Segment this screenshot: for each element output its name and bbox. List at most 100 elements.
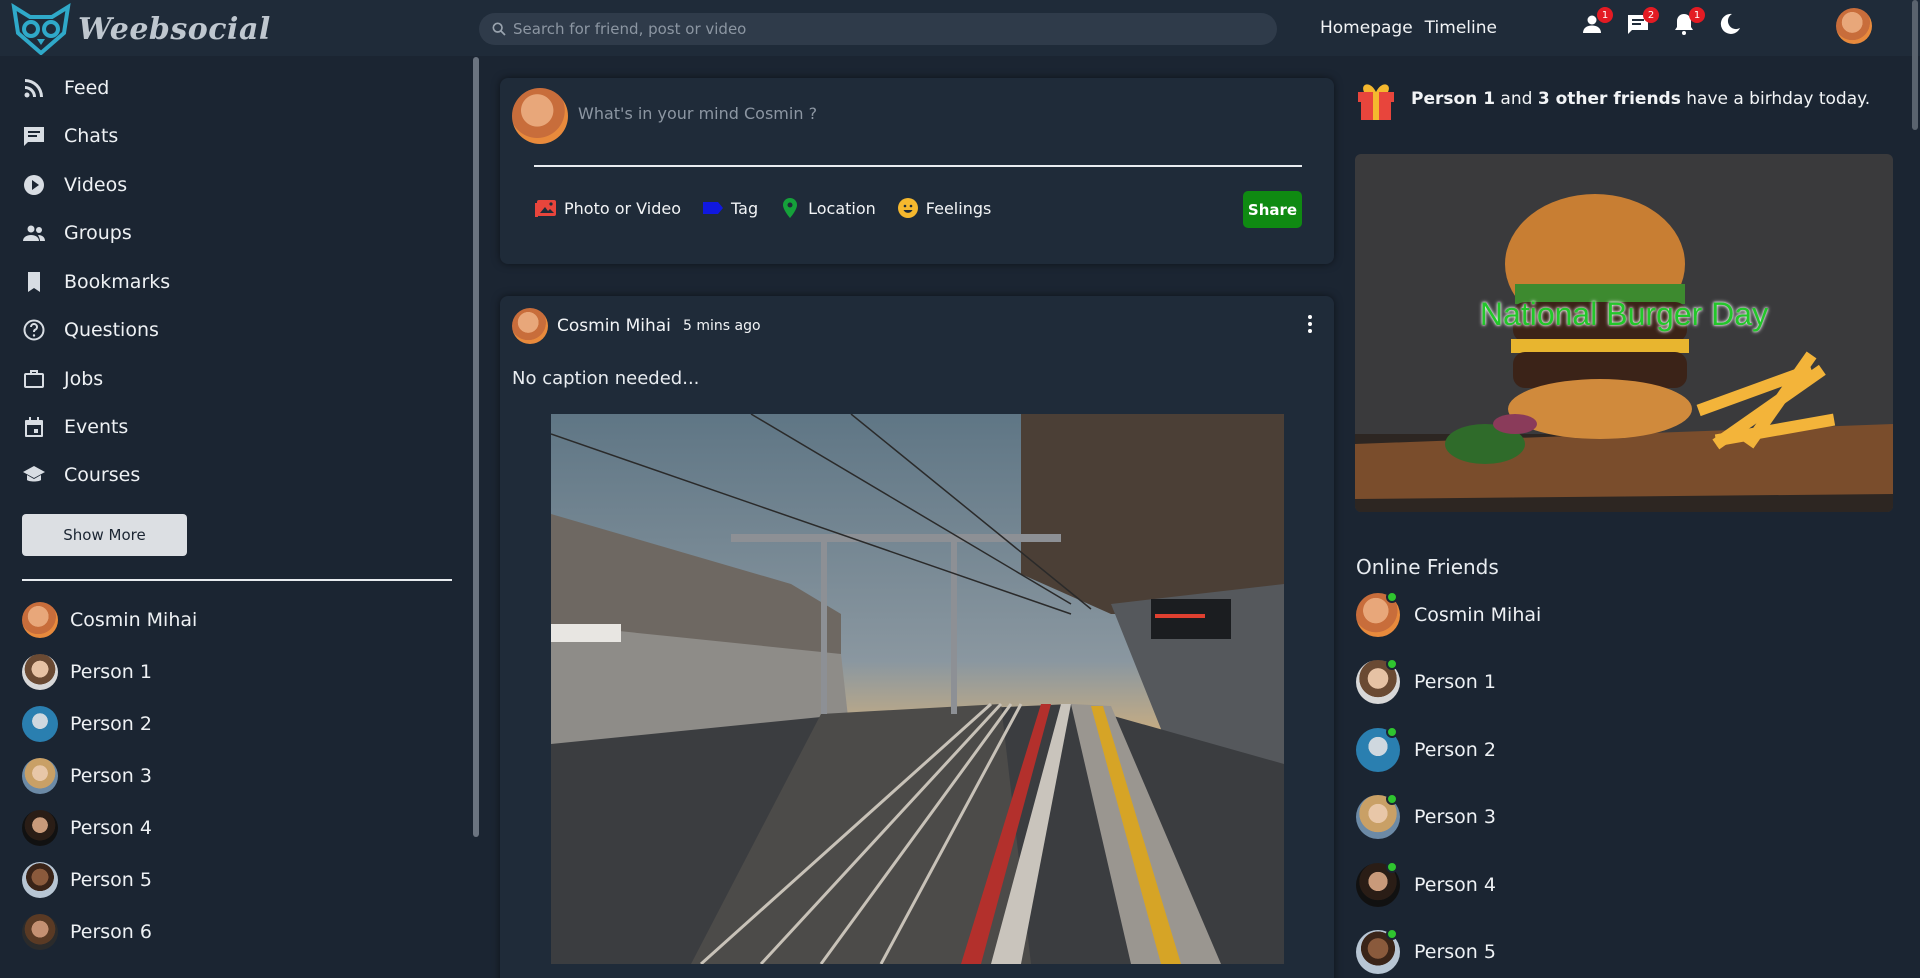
post-caption: No caption needed... — [512, 368, 700, 389]
friend-name: Person 5 — [70, 869, 152, 891]
friend-name: Person 4 — [1414, 874, 1496, 896]
option-label: Photo or Video — [564, 198, 682, 218]
online-friends-title: Online Friends — [1356, 555, 1499, 579]
sidebar-item-label: Chats — [64, 125, 119, 147]
friend-name: Person 1 — [1414, 671, 1496, 693]
friend-requests-button[interactable]: 1 — [1580, 7, 1613, 36]
rss-icon — [24, 79, 43, 98]
sidebar-item-events[interactable]: Events — [22, 415, 128, 439]
notifications-badge: 1 — [1689, 7, 1705, 23]
sidebar-item-label: Bookmarks — [64, 271, 171, 293]
online-friend-item[interactable]: Cosmin Mihai — [1356, 591, 1542, 637]
birthday-text: Person 1 and 3 other friends have a birh… — [1411, 89, 1870, 109]
avatar — [22, 602, 58, 638]
sidebar-item-groups[interactable]: Groups — [22, 221, 132, 245]
online-friend-item[interactable]: Person 1 — [1356, 658, 1496, 704]
logo-text: Weebsocial — [78, 11, 271, 47]
show-more-button[interactable]: Show More — [22, 514, 187, 556]
divider — [22, 579, 452, 581]
nav-links: Homepage Timeline — [1320, 18, 1497, 38]
sidebar-item-label: Videos — [64, 174, 128, 196]
sidebar-item-label: Questions — [64, 319, 159, 341]
sidebar-item-questions[interactable]: Questions — [22, 318, 159, 342]
option-label: Feelings — [925, 198, 992, 218]
post-timestamp: 5 mins ago — [683, 318, 761, 334]
online-status-dot — [1386, 726, 1398, 738]
school-icon — [23, 466, 45, 482]
post-author[interactable]: Cosmin Mihai — [557, 316, 671, 336]
online-status-dot — [1386, 861, 1398, 873]
more-vert-icon[interactable] — [1298, 312, 1322, 336]
avatar — [512, 88, 568, 144]
friend-name: Cosmin Mihai — [1414, 604, 1542, 626]
birthday-others: 3 other friends — [1537, 89, 1681, 109]
friend-list-item[interactable]: Person 4 — [22, 810, 152, 846]
friend-list-item[interactable]: Person 2 — [22, 706, 152, 742]
burger-image — [1355, 154, 1893, 512]
friend-list-item[interactable]: Cosmin Mihai — [22, 602, 197, 638]
friend-name: Cosmin Mihai — [70, 609, 198, 631]
friend-name: Person 4 — [70, 817, 152, 839]
avatar-wrap — [1356, 726, 1400, 772]
ad-card[interactable]: National Burger Day — [1355, 154, 1893, 512]
sidebar-item-courses[interactable]: Courses — [22, 463, 140, 487]
online-status-dot — [1386, 591, 1398, 603]
friend-requests-badge: 1 — [1597, 7, 1613, 23]
feelings-option[interactable]: Feelings — [896, 196, 992, 220]
search-icon — [492, 22, 506, 36]
online-friend-item[interactable]: Person 5 — [1356, 928, 1496, 974]
logo[interactable]: Weebsocial — [10, 3, 271, 55]
calendar-icon — [25, 417, 43, 437]
friend-list-item[interactable]: Person 1 — [22, 654, 152, 690]
gift-icon — [1358, 84, 1394, 120]
sidebar-item-label: Groups — [64, 222, 132, 244]
online-friend-item[interactable]: Person 3 — [1356, 793, 1496, 839]
location-pin-icon — [783, 198, 798, 218]
sidebar-item-bookmarks[interactable]: Bookmarks — [22, 270, 170, 294]
online-friend-item[interactable]: Person 2 — [1356, 726, 1496, 772]
friend-list-item[interactable]: Person 3 — [22, 758, 152, 794]
tag-icon — [703, 202, 724, 214]
ad-text: National Burger Day — [1479, 296, 1769, 332]
friend-list-item[interactable]: Person 6 — [22, 914, 152, 950]
post-image[interactable] — [551, 414, 1284, 964]
page-scrollbar[interactable] — [1912, 0, 1918, 130]
nav-link-timeline[interactable]: Timeline — [1425, 18, 1497, 38]
online-status-dot — [1386, 793, 1398, 805]
avatar-wrap — [1356, 861, 1400, 907]
moon-icon — [1720, 13, 1740, 34]
tag-option[interactable]: Tag — [701, 196, 758, 220]
sidebar-item-chats[interactable]: Chats — [22, 124, 118, 148]
birthday-tail: have a birhday today. — [1680, 89, 1871, 109]
friend-list-item[interactable]: Person 5 — [22, 862, 152, 898]
share-button[interactable]: Share — [1243, 191, 1302, 228]
avatar-wrap — [1356, 793, 1400, 839]
friend-name: Person 1 — [70, 661, 152, 683]
photo-video-option[interactable]: Photo or Video — [534, 196, 681, 220]
nav-link-homepage[interactable]: Homepage — [1320, 18, 1413, 38]
messages-badge: 2 — [1643, 7, 1659, 23]
sidebar-item-videos[interactable]: Videos — [22, 173, 127, 197]
notifications-button[interactable]: 1 — [1672, 7, 1705, 36]
dark-mode-toggle[interactable] — [1718, 12, 1742, 36]
sidebar-item-feed[interactable]: Feed — [22, 76, 109, 100]
bookmark-icon — [28, 272, 40, 292]
top-navbar: Weebsocial Homepage Timeline 1 2 1 — [0, 0, 1920, 56]
profile-avatar[interactable] — [1836, 8, 1872, 44]
birthday-notice[interactable]: Person 1 and 3 other friends have a birh… — [1355, 76, 1870, 122]
sidebar-scrollbar[interactable] — [473, 57, 479, 837]
online-friend-item[interactable]: Person 4 — [1356, 861, 1496, 907]
post-composer: Photo or Video Tag Location Feelings Sha… — [500, 78, 1334, 264]
location-option[interactable]: Location — [778, 196, 876, 220]
messages-button[interactable]: 2 — [1626, 7, 1659, 36]
briefcase-icon — [24, 370, 44, 388]
avatar — [22, 810, 58, 846]
composer-input[interactable] — [578, 104, 1178, 123]
search-bar[interactable] — [479, 13, 1277, 45]
chat-icon — [24, 127, 44, 146]
search-input[interactable] — [513, 20, 1253, 38]
sidebar-item-jobs[interactable]: Jobs — [22, 367, 103, 391]
avatar[interactable] — [512, 308, 548, 344]
smiley-icon — [897, 198, 918, 218]
avatar-wrap — [1356, 591, 1400, 637]
